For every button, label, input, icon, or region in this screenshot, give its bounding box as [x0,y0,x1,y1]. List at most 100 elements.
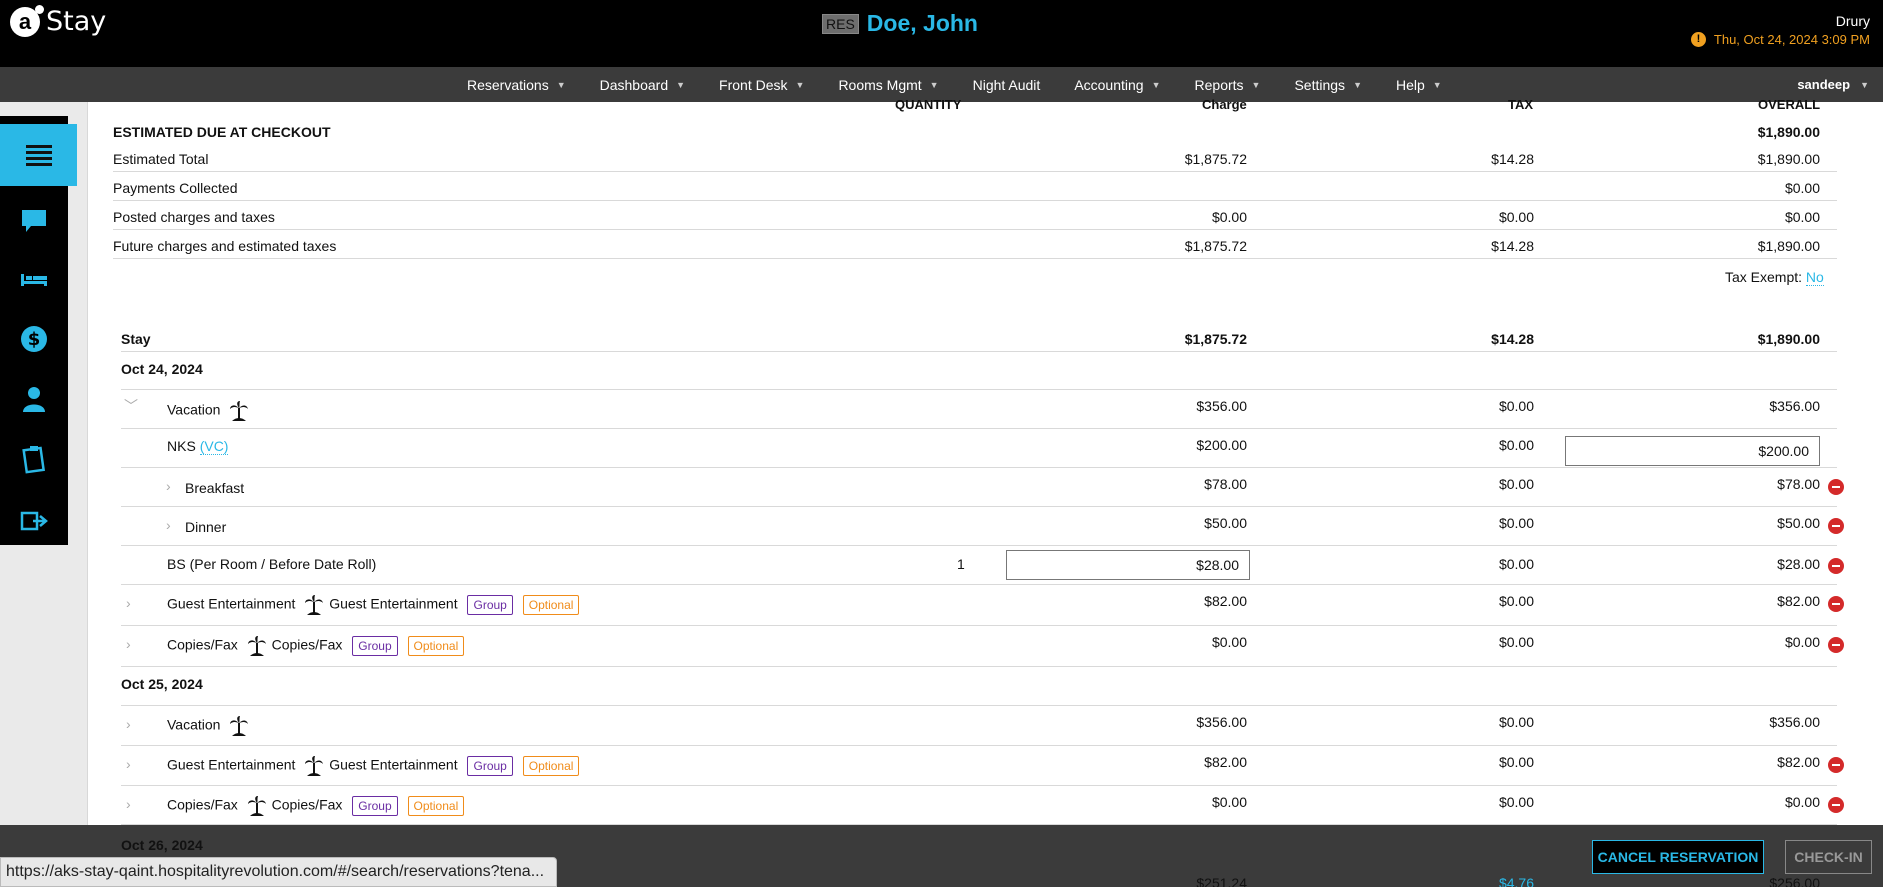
overall-amount-input[interactable]: $200.00 [1565,436,1820,466]
package-row: › Copies/Fax Copies/Fax Group Optional $… [121,626,1844,667]
nav-night-audit[interactable]: Night Audit [973,77,1041,93]
tax-exempt-toggle[interactable]: No [1805,269,1824,286]
addon-row: BS (Per Room / Before Date Roll) 1 $0.00… [121,546,1844,585]
row-label: Future charges and estimated taxes [113,238,337,254]
chevron-right-icon[interactable]: › [166,517,171,533]
item-tax: $4.76 [1498,875,1534,887]
chevron-right-icon[interactable]: › [126,595,131,611]
remove-icon[interactable] [1828,637,1844,653]
chevron-down-icon[interactable]: ﹀ [124,396,138,416]
bed-icon[interactable] [0,250,68,308]
remove-icon[interactable] [1828,797,1844,813]
item-label: NKS [167,438,196,454]
business-date: ! Thu, Oct 24, 2024 3:09 PM [1690,32,1870,47]
remove-icon[interactable] [1828,479,1844,495]
item-charge: $78.00 [1204,476,1247,492]
move-icon[interactable] [0,490,68,548]
nav-label: Accounting [1074,76,1144,93]
item-overall: $0.00 [1784,634,1820,650]
chat-icon[interactable] [0,192,68,250]
item-overall: $256.00 [1769,875,1820,887]
summary-row: Payments Collected $0.00 [113,177,1837,201]
chevron-right-icon[interactable]: › [126,796,131,812]
cancel-reservation-button[interactable]: CANCEL RESERVATION [1592,840,1764,874]
component-name: NKS (VC) [167,438,229,455]
stay-row: Stay $1,875.72 $14.28 $1,890.00 [121,328,1837,352]
dollar-icon[interactable]: $ [0,310,68,368]
check-in-button[interactable]: CHECK-IN [1785,840,1872,874]
guest-header: RES Doe, John [822,10,978,37]
app-logo[interactable]: a Stay [10,4,106,37]
package-name[interactable]: Copies/Fax Copies/Fax Group Optional [167,635,465,657]
nav-reservations[interactable]: Reservations ▼ [467,77,566,93]
row-overall: $0.00 [1784,209,1820,225]
package-name[interactable]: Vacation [167,400,250,422]
caret-down-icon: ▼ [676,79,686,90]
person-icon[interactable] [0,370,68,428]
summary-row: Future charges and estimated taxes $1,87… [113,235,1837,259]
remove-icon[interactable] [1828,518,1844,534]
component-code-link[interactable]: (VC) [199,438,229,455]
hotel-name[interactable]: Drury [1836,13,1870,29]
chevron-right-icon[interactable]: › [166,478,171,494]
palm-tree-icon [247,796,266,816]
item-overall: $356.00 [1769,714,1820,730]
nav-front-desk[interactable]: Front Desk ▼ [719,77,804,93]
col-quantity: QUANTITY [895,97,962,112]
nav-settings[interactable]: Settings ▼ [1294,77,1362,93]
user-menu[interactable]: sandeep ▼ [1797,77,1869,92]
package-row: › Guest Entertainment Guest Entertainmen… [121,746,1844,786]
group-badge: Group [467,756,513,776]
package-name[interactable]: Copies/Fax Copies/Fax Group Optional [167,795,465,817]
nav-label: Dashboard [599,76,669,93]
nav-accounting[interactable]: Accounting ▼ [1074,77,1160,93]
item-quantity: 1 [957,556,965,572]
optional-badge: Optional [407,796,465,816]
row-label: Estimated Total [113,151,209,167]
nav-rooms-mgmt[interactable]: Rooms Mgmt ▼ [838,77,938,93]
summary-overall: $1,890.00 [1757,124,1820,140]
item-tax: $0.00 [1498,634,1534,650]
item-label: BS (Per Room / Before Date Roll) [167,556,377,572]
package-name[interactable]: Guest Entertainment Guest Entertainment … [167,594,580,616]
item-overall: $28.00 [1777,556,1820,572]
remove-icon[interactable] [1828,596,1844,612]
item-tax: $0.00 [1498,515,1534,531]
item-charge: $82.00 [1204,593,1247,609]
item-sublabel: Copies/Fax [271,796,343,813]
charge-amount-input[interactable]: $28.00 [1006,550,1250,580]
date-label: Oct 25, 2024 [121,676,203,692]
item-label: Guest Entertainment [167,756,296,773]
row-tax: $0.00 [1498,209,1534,225]
chevron-right-icon[interactable]: › [126,636,131,652]
col-overall: OVERALL [1758,97,1821,112]
remove-icon[interactable] [1828,757,1844,773]
optional-badge: Optional [407,636,465,656]
stay-charge: $1,875.72 [1184,331,1247,347]
item-tax: $0.00 [1498,398,1534,414]
chevron-right-icon[interactable]: › [126,756,131,772]
list-icon[interactable] [0,124,77,186]
caret-down-icon: ▼ [1860,79,1869,90]
clipboard-icon[interactable] [0,430,68,488]
chevron-right-icon[interactable]: › [126,716,131,732]
palm-tree-icon [247,636,266,656]
nav-dashboard[interactable]: Dashboard ▼ [600,77,685,93]
date-row: Oct 24, 2024 [121,356,1837,390]
package-name[interactable]: Guest Entertainment Guest Entertainment … [167,755,580,777]
package-row: ﹀ Vacation $356.00 $0.00 $356.00 [121,390,1837,429]
tax-exempt: Tax Exempt: No [1725,269,1824,286]
remove-icon[interactable] [1828,558,1844,574]
item-tax: $0.00 [1498,714,1534,730]
caret-down-icon: ▼ [1353,79,1362,90]
palm-tree-icon [305,595,324,615]
guest-name[interactable]: Doe, John [867,10,978,37]
nav-help[interactable]: Help ▼ [1396,77,1442,93]
stay-label: Stay [121,331,151,347]
nav-reports[interactable]: Reports ▼ [1195,77,1261,93]
nav-label: Settings [1294,76,1346,93]
item-tax: $0.00 [1498,754,1534,770]
package-name[interactable]: Vacation [167,715,250,737]
datetime-text: Thu, Oct 24, 2024 3:09 PM [1713,32,1870,47]
nav-label: Help [1395,76,1425,93]
